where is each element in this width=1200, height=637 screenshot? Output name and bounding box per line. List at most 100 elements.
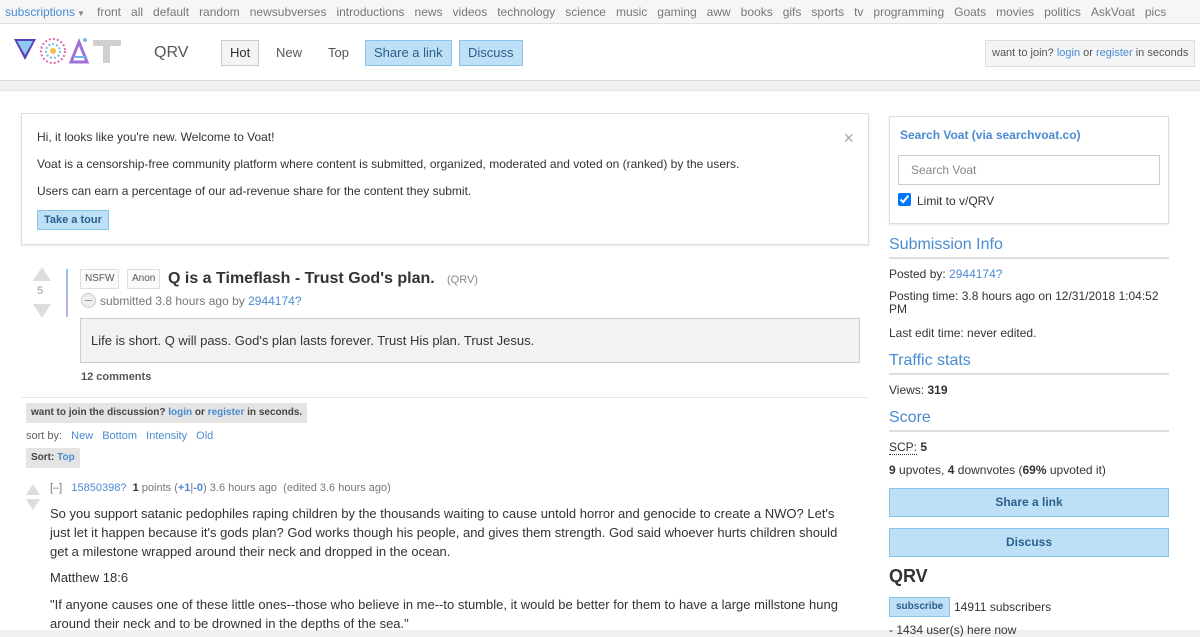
subverse-link[interactable]: music — [616, 5, 647, 19]
divider — [21, 397, 869, 398]
search-title[interactable]: Search Voat (via searchvoat.co) — [900, 128, 1081, 142]
in-seconds-text: in seconds. — [247, 407, 303, 418]
subverse-link[interactable]: newsubverses — [250, 5, 327, 19]
last-edit-time: Last edit time: never edited. — [889, 326, 1037, 340]
post-subverse[interactable]: (QRV) — [447, 274, 478, 286]
comment-collapse-toggle[interactable]: [–] — [50, 482, 62, 494]
limit-checkbox-label[interactable]: Limit to v/QRV — [898, 193, 994, 208]
login-link[interactable]: login — [1057, 47, 1080, 59]
post-body: Life is short. Q will pass. God's plan l… — [80, 318, 860, 363]
close-icon[interactable]: × — [843, 128, 854, 149]
posting-time: Posting time: 3.8 hours ago on 12/31/201… — [889, 289, 1159, 316]
subverse-link[interactable]: gifs — [783, 5, 802, 19]
comment-paragraph: "If anyone causes one of these little on… — [50, 597, 838, 631]
subscribe-button[interactable]: subscribe — [889, 597, 951, 617]
comment-header: [–] 15850398? 1 points (+1|-0) 3.6 hours… — [50, 482, 391, 494]
comments-link[interactable]: 12 comments — [81, 371, 151, 383]
subverse-link[interactable]: random — [199, 5, 240, 19]
limit-checkbox[interactable] — [898, 193, 911, 206]
comment-downvotes: -0 — [193, 482, 204, 494]
voat-logo[interactable] — [13, 36, 123, 66]
current-sort-label: Sort: — [31, 452, 55, 463]
comment-author-link[interactable]: 15850398? — [71, 482, 126, 494]
sort-bottom[interactable]: Bottom — [102, 430, 137, 442]
sort-by-label: sort by: — [26, 430, 63, 442]
tab-top[interactable]: Top — [319, 40, 358, 66]
subverse-link[interactable]: introductions — [336, 5, 404, 19]
main-content: Hi, it looks like you're new. Welcome to… — [0, 90, 1200, 637]
subscriptions-dropdown[interactable]: subscriptions ▼ — [5, 5, 85, 19]
score-heading: Score — [889, 409, 1169, 432]
posted-by-link[interactable]: 2944174? — [949, 267, 1002, 281]
subverse-link[interactable]: news — [415, 5, 443, 19]
search-input[interactable] — [898, 155, 1160, 185]
sidebar-subverse-name[interactable]: QRV — [889, 566, 928, 587]
sort-intensity[interactable]: Intensity — [146, 430, 187, 442]
comment-downvote-icon[interactable] — [26, 499, 40, 510]
post-title[interactable]: Q is a Timeflash - Trust God's plan. — [168, 270, 435, 288]
sort-by: sort by: New Bottom Intensity Old — [26, 430, 213, 442]
current-sort-value[interactable]: Top — [57, 452, 75, 463]
downvote-arrow-icon[interactable] — [33, 304, 51, 318]
views-label: Views: — [889, 383, 925, 397]
welcome-line-1: Hi, it looks like you're new. Welcome to… — [37, 130, 275, 144]
scp-value: 5 — [920, 440, 928, 454]
limit-label: Limit to v/QRV — [917, 194, 995, 208]
subverse-link[interactable]: politics — [1044, 5, 1081, 19]
in-seconds-text: in seconds — [1135, 47, 1189, 59]
sidebar-discuss-button[interactable]: Discuss — [889, 528, 1169, 557]
tab-hot[interactable]: Hot — [221, 40, 260, 66]
sort-new[interactable]: New — [71, 430, 93, 442]
downvotes-label: downvotes ( — [957, 463, 1023, 477]
subverse-link[interactable]: Goats — [954, 5, 986, 19]
subverse-link[interactable]: sports — [811, 5, 844, 19]
share-link-button[interactable]: Share a link — [365, 40, 452, 66]
post-author-link[interactable]: 2944174? — [248, 294, 301, 308]
subverse-link[interactable]: aww — [707, 5, 731, 19]
discuss-button[interactable]: Discuss — [459, 40, 523, 66]
sort-old[interactable]: Old — [196, 430, 213, 442]
upvotes-value: 9 — [889, 463, 896, 477]
welcome-panel: Hi, it looks like you're new. Welcome to… — [21, 113, 869, 245]
subverse-link[interactable]: default — [153, 5, 189, 19]
subverse-link[interactable]: gaming — [657, 5, 696, 19]
register-link[interactable]: register — [208, 407, 245, 418]
subverse-link[interactable]: AskVoat — [1091, 5, 1135, 19]
posted-by: Posted by: 2944174? — [889, 267, 1169, 281]
comment-upvote-icon[interactable] — [26, 484, 40, 495]
tab-new[interactable]: New — [267, 40, 311, 66]
subverse-title[interactable]: QRV — [154, 44, 188, 62]
register-link[interactable]: register — [1096, 47, 1133, 59]
comment-points: 1 — [132, 482, 139, 494]
upvote-arrow-icon[interactable] — [33, 267, 51, 281]
subverse-link[interactable]: books — [741, 5, 773, 19]
join-text: want to join? — [992, 47, 1054, 59]
subverse-link[interactable]: technology — [497, 5, 555, 19]
site-header: QRV Hot New Top Share a link Discuss wan… — [0, 24, 1200, 81]
subverse-link[interactable]: videos — [453, 5, 488, 19]
subscriptions-label: subscriptions — [5, 5, 76, 19]
search-panel: Search Voat (via searchvoat.co) Limit to… — [889, 116, 1169, 224]
subverse-link[interactable]: movies — [996, 5, 1034, 19]
comment-upvotes: +1 — [177, 482, 191, 494]
subscriber-count: 14911 subscribers — [954, 600, 1052, 614]
post-divider-line — [66, 269, 68, 317]
chevron-down-icon: ▼ — [77, 9, 85, 18]
subverse-link[interactable]: pics — [1145, 5, 1166, 19]
take-tour-button[interactable]: Take a tour — [37, 210, 109, 230]
subverse-link[interactable]: programming — [873, 5, 944, 19]
upvoted-percent: 69% — [1022, 463, 1047, 477]
comment-paragraph: Matthew 18:6 — [50, 570, 129, 585]
login-link[interactable]: login — [168, 407, 192, 418]
subverse-link[interactable]: tv — [854, 5, 863, 19]
subverse-link[interactable]: all — [131, 5, 143, 19]
subverse-link[interactable]: science — [565, 5, 606, 19]
traffic-stats-heading: Traffic stats — [889, 352, 1169, 375]
welcome-line-2: Voat is a censorship-free community plat… — [37, 157, 740, 171]
welcome-line-3: Users can earn a percentage of our ad-re… — [37, 184, 472, 198]
nsfw-tag: NSFW — [80, 269, 120, 289]
sidebar-share-link-button[interactable]: Share a link — [889, 488, 1169, 517]
subverse-link[interactable]: front — [97, 5, 121, 19]
comment-points-label: points ( — [141, 482, 178, 494]
collapse-icon[interactable] — [81, 293, 96, 308]
